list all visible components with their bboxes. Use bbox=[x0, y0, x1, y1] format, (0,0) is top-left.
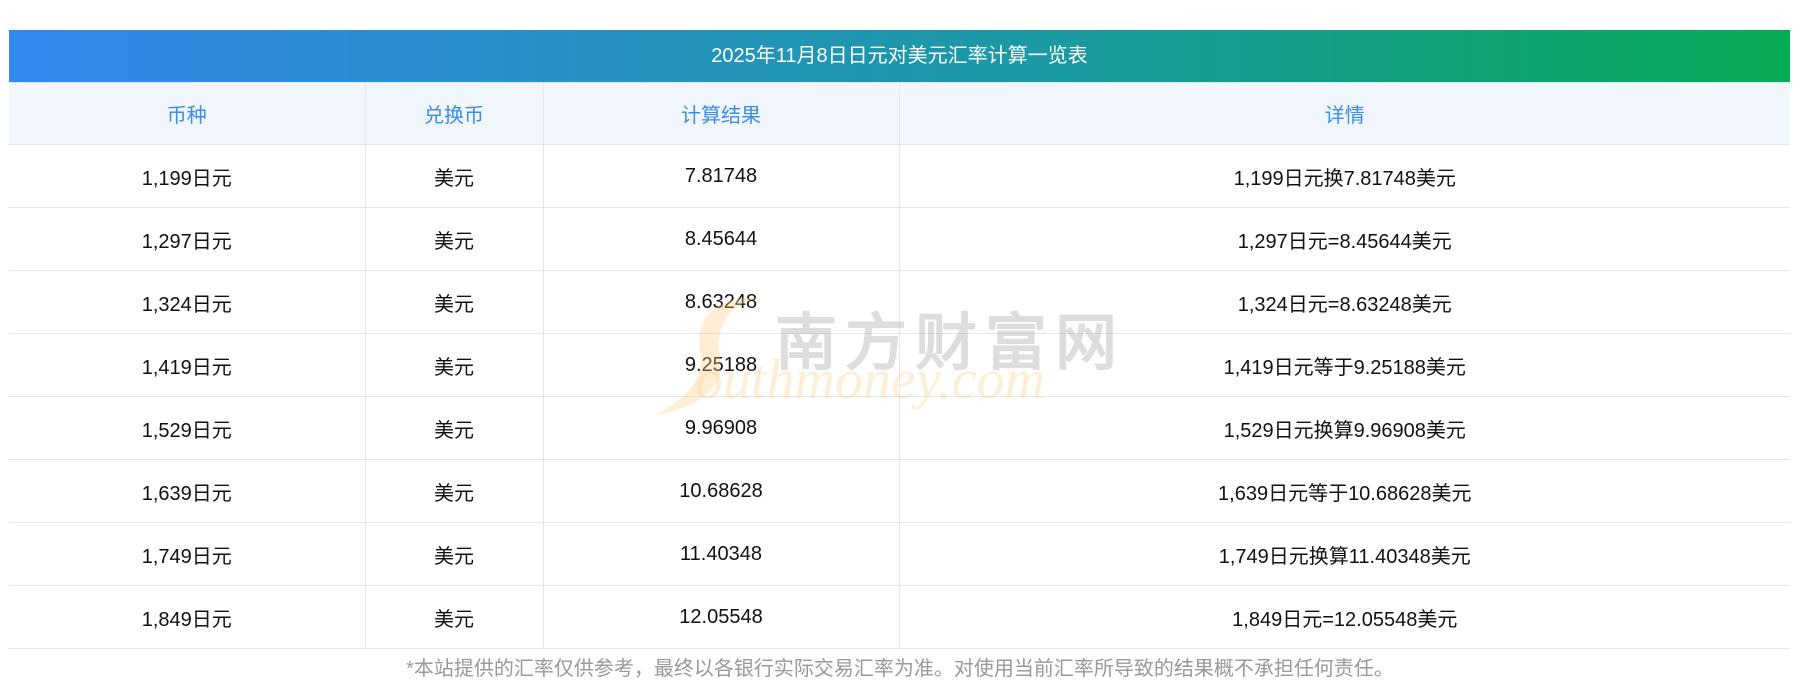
table-row: 1,749日元 美元 11.40348 1,749日元换算11.40348美元 bbox=[9, 522, 1790, 586]
rate-table-container: 2025年11月8日日元对美元汇率计算一览表 币种 兑换币 计算结果 详情 1,… bbox=[9, 30, 1790, 649]
result-cell: 9.96908 bbox=[542, 396, 900, 460]
table-row: 1,324日元 美元 8.63248 1,324日元=8.63248美元 bbox=[9, 270, 1790, 334]
result-cell: 11.40348 bbox=[542, 522, 900, 586]
details-cell: 1,297日元=8.45644美元 bbox=[898, 207, 1790, 271]
table-row: 1,849日元 美元 12.05548 1,849日元=12.05548美元 bbox=[9, 585, 1790, 649]
col-currency: 币种 bbox=[9, 82, 366, 145]
currency-cell: 1,849日元 bbox=[9, 585, 366, 649]
table-row: 1,199日元 美元 7.81748 1,199日元换7.81748美元 bbox=[9, 144, 1790, 208]
target-currency-cell: 美元 bbox=[364, 396, 544, 460]
currency-cell: 1,639日元 bbox=[9, 459, 366, 523]
target-currency-cell: 美元 bbox=[364, 270, 544, 334]
col-details: 详情 bbox=[898, 82, 1790, 145]
result-cell: 8.63248 bbox=[542, 270, 900, 334]
result-cell: 7.81748 bbox=[542, 144, 900, 208]
currency-cell: 1,419日元 bbox=[9, 333, 366, 397]
currency-cell: 1,297日元 bbox=[9, 207, 366, 271]
details-cell: 1,199日元换7.81748美元 bbox=[898, 144, 1790, 208]
target-currency-cell: 美元 bbox=[364, 585, 544, 649]
target-currency-cell: 美元 bbox=[364, 459, 544, 523]
details-cell: 1,749日元换算11.40348美元 bbox=[898, 522, 1790, 586]
col-result: 计算结果 bbox=[542, 82, 900, 145]
table-row: 1,419日元 美元 9.25188 1,419日元等于9.25188美元 bbox=[9, 333, 1790, 397]
table-row: 1,639日元 美元 10.68628 1,639日元等于10.68628美元 bbox=[9, 459, 1790, 523]
details-cell: 1,529日元换算9.96908美元 bbox=[898, 396, 1790, 460]
table-row: 1,297日元 美元 8.45644 1,297日元=8.45644美元 bbox=[9, 207, 1790, 271]
currency-cell: 1,324日元 bbox=[9, 270, 366, 334]
disclaimer-note: *本站提供的汇率仅供参考，最终以各银行实际交易汇率为准。对使用当前汇率所导致的结… bbox=[406, 658, 1394, 680]
rate-table: 币种 兑换币 计算结果 详情 1,199日元 美元 7.81748 1,199日元换7… bbox=[9, 82, 1790, 649]
result-cell: 10.68628 bbox=[542, 459, 900, 523]
result-cell: 12.05548 bbox=[542, 585, 900, 649]
target-currency-cell: 美元 bbox=[364, 522, 544, 586]
details-cell: 1,324日元=8.63248美元 bbox=[898, 270, 1790, 334]
header-row: 币种 兑换币 计算结果 详情 bbox=[9, 82, 1790, 145]
details-cell: 1,849日元=12.05548美元 bbox=[898, 585, 1790, 649]
target-currency-cell: 美元 bbox=[364, 333, 544, 397]
result-cell: 8.45644 bbox=[542, 207, 900, 271]
table-title: 2025年11月8日日元对美元汇率计算一览表 bbox=[9, 30, 1790, 82]
target-currency-cell: 美元 bbox=[364, 144, 544, 208]
currency-cell: 1,529日元 bbox=[9, 396, 366, 460]
target-currency-cell: 美元 bbox=[364, 207, 544, 271]
currency-cell: 1,199日元 bbox=[9, 144, 366, 208]
details-cell: 1,419日元等于9.25188美元 bbox=[898, 333, 1790, 397]
result-cell: 9.25188 bbox=[542, 333, 900, 397]
details-cell: 1,639日元等于10.68628美元 bbox=[898, 459, 1790, 523]
col-target-currency: 兑换币 bbox=[364, 82, 544, 145]
table-row: 1,529日元 美元 9.96908 1,529日元换算9.96908美元 bbox=[9, 396, 1790, 460]
currency-cell: 1,749日元 bbox=[9, 522, 366, 586]
